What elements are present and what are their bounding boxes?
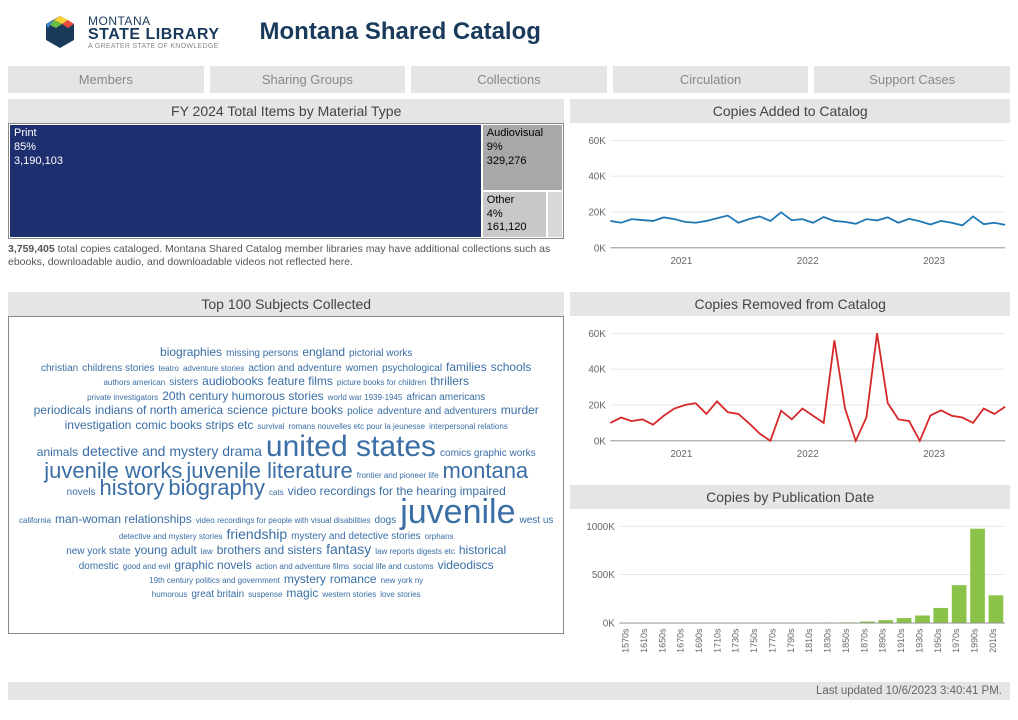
panel-pubdate: Copies by Publication Date 0K 500K 1000K 15… [570,485,1010,672]
treemap-other: Other 4% 161,120 [482,191,548,238]
svg-text:40K: 40K [589,365,607,376]
treemap-av-pct: 9% [487,141,559,155]
footer: Last updated 10/6/2023 3:40:41 PM. [8,682,1010,700]
tab-members[interactable]: Members [8,66,204,93]
treemap-remainder [547,191,563,238]
svg-text:20K: 20K [589,401,607,412]
svg-text:2021: 2021 [671,449,693,460]
logo-line2: STATE LIBRARY [88,27,220,43]
svg-text:2022: 2022 [797,256,819,267]
added-title: Copies Added to Catalog [570,99,1010,123]
wordcloud: biographiesmissing personsenglandpictori… [8,316,564,634]
panel-added: Copies Added to Catalog 0K 20K 40K 60K 2021 2… [570,99,1010,286]
svg-text:1810s: 1810s [805,628,815,653]
svg-text:2023: 2023 [923,256,945,267]
treemap-av-count: 329,276 [487,155,559,169]
svg-text:1610s: 1610s [639,628,649,653]
tab-circulation[interactable]: Circulation [613,66,809,93]
logo: MONTANA STATE LIBRARY A GREATER STATE OF… [40,12,220,52]
svg-text:2010s: 2010s [988,628,998,653]
right-lower-column: Copies Removed from Catalog 0K 20K 40K 60K 2… [570,292,1010,672]
logo-line3: A GREATER STATE OF KNOWLEDGE [88,43,220,50]
logo-icon [40,12,80,52]
svg-text:40K: 40K [589,172,607,183]
wordcloud-title: Top 100 Subjects Collected [8,292,564,316]
svg-text:500K: 500K [592,570,615,581]
logo-line1: MONTANA [88,15,220,27]
svg-text:1990s: 1990s [970,628,980,653]
treemap-print-name: Print [14,127,477,141]
svg-text:1730s: 1730s [731,628,741,653]
svg-text:1770s: 1770s [768,628,778,653]
svg-text:0K: 0K [603,619,615,630]
removed-chart: 0K 20K 40K 60K 2021 2022 2023 [570,316,1010,476]
svg-text:60K: 60K [589,329,607,340]
svg-text:0K: 0K [594,243,606,254]
treemap-caption: 3,759,405 total copies cataloged. Montan… [8,239,564,268]
svg-text:20K: 20K [589,208,607,219]
treemap-print: Print 85% 3,190,103 [9,124,482,238]
svg-text:1910s: 1910s [896,628,906,653]
svg-text:1000K: 1000K [587,522,616,533]
panel-removed: Copies Removed from Catalog 0K 20K 40K 60K 2… [570,292,1010,479]
tab-collections[interactable]: Collections [411,66,607,93]
svg-text:1950s: 1950s [933,628,943,653]
svg-text:1850s: 1850s [841,628,851,653]
svg-text:1690s: 1690s [694,628,704,653]
treemap-av-name: Audiovisual [487,127,559,141]
svg-text:2022: 2022 [797,449,819,460]
caption-total: 3,759,405 [8,243,55,255]
tab-support-cases[interactable]: Support Cases [814,66,1010,93]
svg-text:1870s: 1870s [860,628,870,653]
dashboard-grid: FY 2024 Total Items by Material Type Pri… [0,93,1018,678]
treemap-chart: Print 85% 3,190,103 Audiovisual 9% 329,2… [8,123,564,239]
panel-treemap: FY 2024 Total Items by Material Type Pri… [8,99,564,286]
svg-text:2021: 2021 [671,256,693,267]
svg-text:1670s: 1670s [676,628,686,653]
svg-text:60K: 60K [589,136,607,147]
pubdate-title: Copies by Publication Date [570,485,1010,509]
treemap-print-count: 3,190,103 [14,155,477,169]
svg-text:1930s: 1930s [915,628,925,653]
pubdate-chart: 0K 500K 1000K 1570s 1610s 1650s 1670s 1690s 1710… [570,509,1010,669]
svg-text:1830s: 1830s [823,628,833,653]
svg-text:1790s: 1790s [786,628,796,653]
treemap-other-name: Other [487,194,543,208]
treemap-other-pct: 4% [487,208,543,222]
svg-text:2023: 2023 [923,449,945,460]
tabs: Members Sharing Groups Collections Circu… [0,66,1018,93]
svg-text:1890s: 1890s [878,628,888,653]
page-title: Montana Shared Catalog [260,18,541,46]
header: MONTANA STATE LIBRARY A GREATER STATE OF… [0,0,1018,60]
svg-text:0K: 0K [594,436,606,447]
svg-text:1570s: 1570s [621,628,631,653]
svg-text:1750s: 1750s [750,628,760,653]
panel-wordcloud: Top 100 Subjects Collected biographiesmi… [8,292,564,672]
caption-text: total copies cataloged. Montana Shared C… [8,243,550,268]
svg-text:1650s: 1650s [658,628,668,653]
treemap-print-pct: 85% [14,141,477,155]
added-chart: 0K 20K 40K 60K 2021 2022 2023 [570,123,1010,283]
svg-text:1710s: 1710s [713,628,723,653]
removed-title: Copies Removed from Catalog [570,292,1010,316]
tab-sharing-groups[interactable]: Sharing Groups [210,66,406,93]
svg-text:1970s: 1970s [952,628,962,653]
treemap-other-count: 161,120 [487,221,543,235]
treemap-title: FY 2024 Total Items by Material Type [8,99,564,123]
treemap-audiovisual: Audiovisual 9% 329,276 [482,124,564,191]
